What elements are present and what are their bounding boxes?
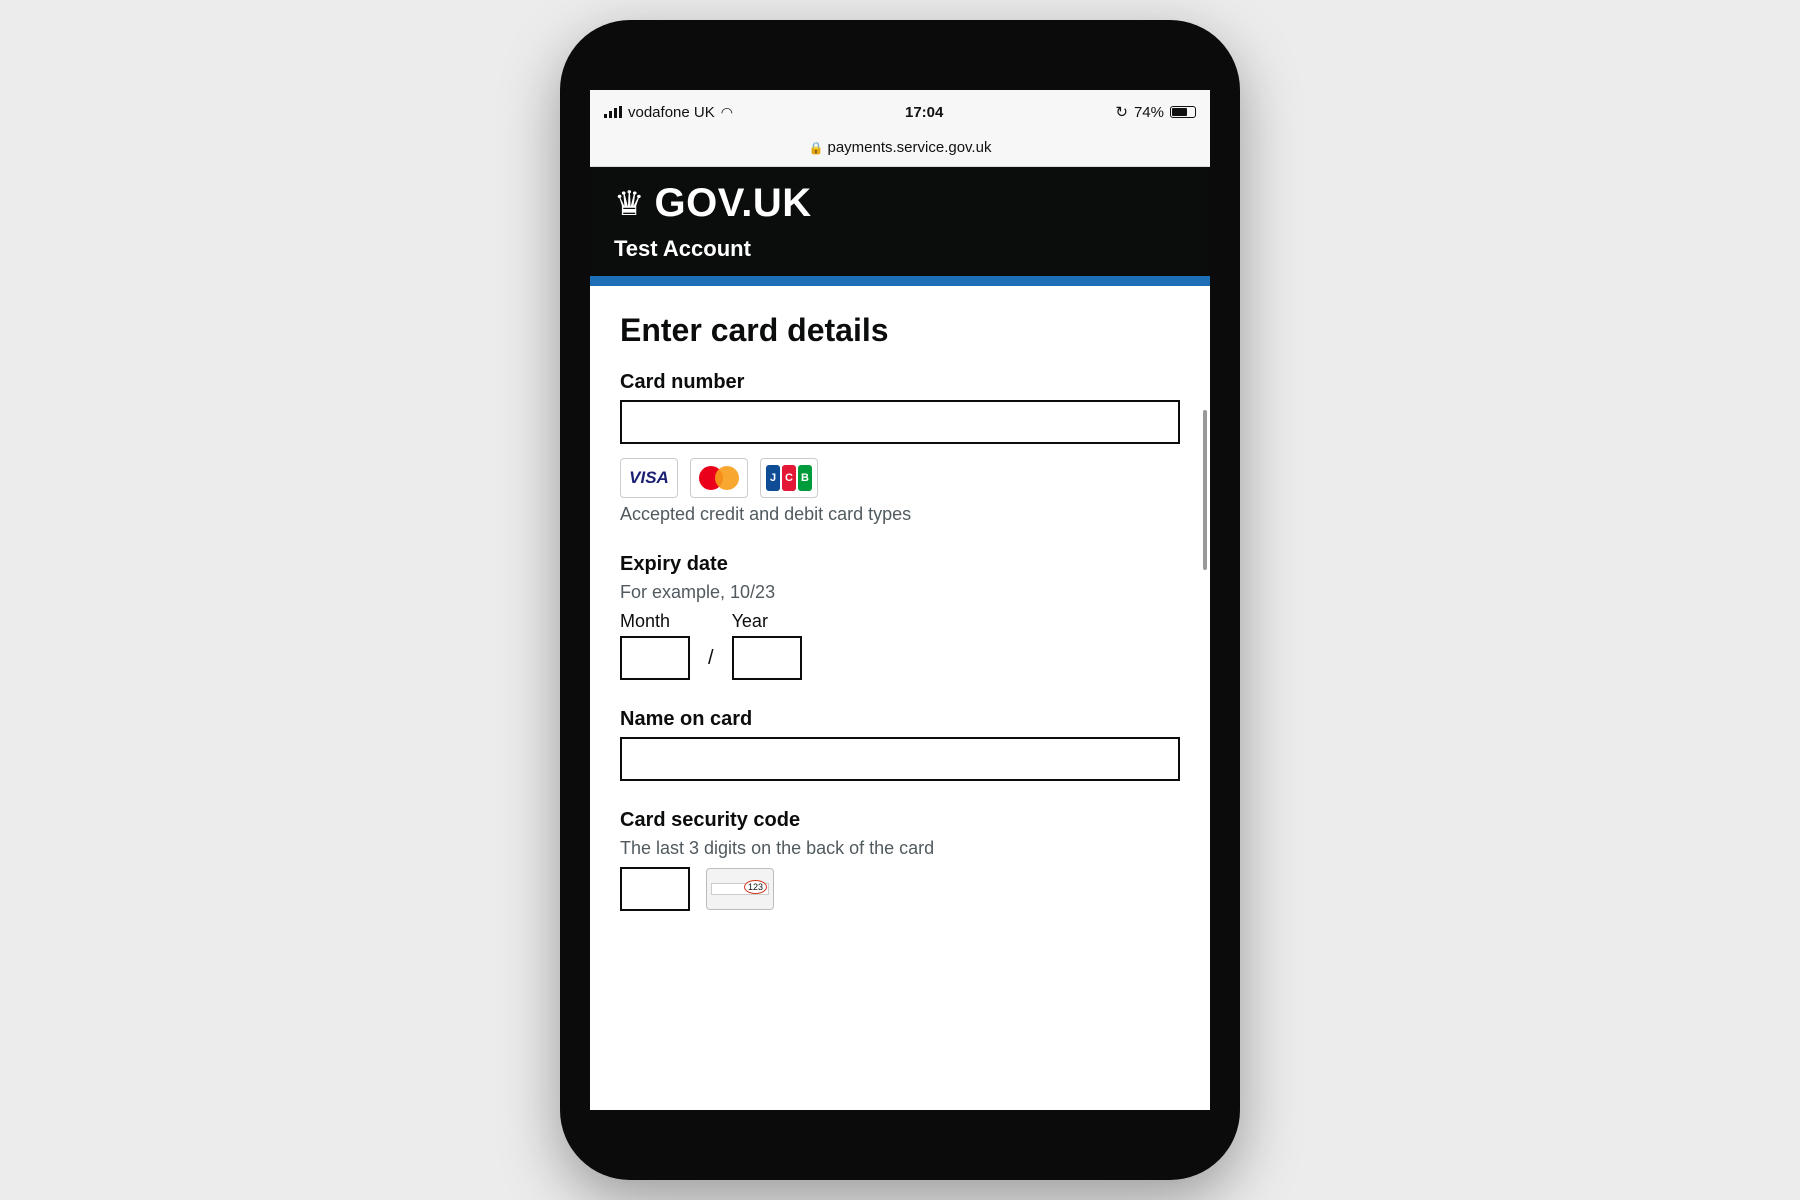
signal-icon [604, 106, 622, 118]
status-bar: vodafone UK ◠ 17:04 ↻ 74% [590, 90, 1210, 134]
cvc-digits: 123 [743, 880, 767, 894]
url-text: payments.service.gov.uk [827, 139, 992, 156]
name-group: Name on card [620, 708, 1180, 781]
page-title: Enter card details [620, 312, 889, 348]
battery-percent: 74% [1133, 103, 1164, 121]
gov-header: ♛ GOV.UK Test Account [590, 167, 1210, 276]
status-time: 17:04 [904, 103, 944, 121]
name-label: Name on card [620, 708, 753, 730]
gov-logo[interactable]: ♛ GOV.UK [614, 181, 1186, 226]
expiry-hint: For example, 10/23 [620, 582, 776, 602]
jcb-logo: JCB [760, 458, 818, 498]
header-blue-rule [590, 276, 1210, 286]
phone-screen: vodafone UK ◠ 17:04 ↻ 74% 🔒 payments.serv… [590, 90, 1210, 1110]
month-label: Month [620, 611, 671, 631]
service-name[interactable]: Test Account [614, 226, 1186, 276]
date-separator: / [708, 647, 714, 669]
year-input[interactable] [731, 636, 802, 680]
scrollbar[interactable] [1203, 410, 1207, 570]
card-number-label: Card number [620, 371, 745, 393]
phone-frame: vodafone UK ◠ 17:04 ↻ 74% 🔒 payments.serv… [560, 20, 1240, 1180]
rotation-lock-icon: ↻ [1115, 104, 1128, 121]
security-code-group: Card security code The last 3 digits on … [620, 809, 1180, 911]
status-right: ↻ 74% [1115, 103, 1196, 121]
accepted-cards-hint: Accepted credit and debit card types [620, 504, 912, 524]
wifi-icon: ◠ [720, 103, 733, 120]
card-number-group: Card number VISA JCB Accepted credit and… [620, 371, 1180, 525]
expiry-row: Month / Year [620, 611, 1180, 680]
card-number-input[interactable] [620, 400, 1180, 444]
visa-text: VISA [629, 468, 669, 487]
year-label: Year [731, 611, 768, 631]
security-code-row: 123 [620, 867, 1180, 911]
address-bar[interactable]: 🔒 payments.service.gov.uk [590, 134, 1210, 167]
name-input[interactable] [620, 737, 1180, 781]
expiry-label: Expiry date [620, 553, 728, 575]
main-content: Enter card details Card number VISA JCB … [590, 286, 1210, 933]
card-back-icon: 123 [706, 868, 774, 910]
visa-logo: VISA [620, 458, 678, 498]
battery-fill [1172, 108, 1187, 116]
expiry-month: Month [620, 611, 690, 680]
status-left: vodafone UK ◠ [604, 104, 733, 121]
security-code-input[interactable] [620, 867, 690, 911]
battery-icon [1170, 106, 1196, 118]
expiry-group: Expiry date For example, 10/23 Month / Y… [620, 553, 1180, 680]
lock-icon: 🔒 [808, 141, 824, 155]
month-input[interactable] [620, 636, 690, 680]
security-code-hint: The last 3 digits on the back of the car… [620, 838, 935, 858]
logo-text: GOV.UK [654, 181, 812, 225]
expiry-year: Year [731, 611, 802, 680]
accepted-cards: VISA JCB [620, 458, 1180, 498]
carrier-label: vodafone UK [628, 103, 715, 121]
crown-icon: ♛ [614, 184, 645, 223]
mastercard-logo [690, 458, 748, 498]
security-code-label: Card security code [620, 809, 801, 831]
